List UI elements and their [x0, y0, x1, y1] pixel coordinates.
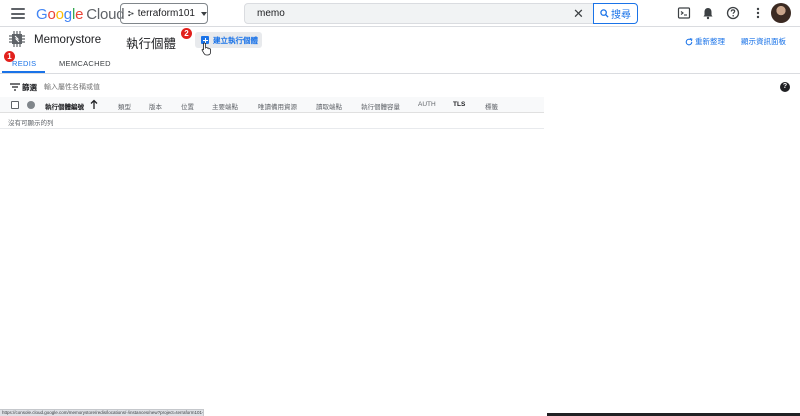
empty-table-row: 沒有可顯示的列: [0, 113, 544, 129]
search-box: ✕ 搜尋: [244, 3, 638, 24]
select-all-checkbox[interactable]: [11, 101, 19, 109]
column-help-icon[interactable]: ?: [780, 82, 790, 92]
column-header-location[interactable]: 位置: [181, 101, 194, 111]
filter-input[interactable]: [42, 80, 342, 94]
filter-label: 篩選: [22, 83, 37, 92]
instance-type-tabs: REDIS MEMCACHED: [0, 53, 800, 74]
active-tab-indicator: [2, 71, 45, 73]
column-header-auth[interactable]: AUTH: [418, 101, 436, 108]
page-title: 執行個體: [126, 37, 177, 51]
column-header-type[interactable]: 類型: [118, 101, 131, 111]
project-icon: [128, 10, 134, 17]
refresh-icon: [685, 37, 693, 45]
project-picker[interactable]: terraform101: [120, 3, 208, 24]
column-header-read-endpoint[interactable]: 讀取端點: [316, 101, 342, 111]
main-menu-icon[interactable]: [11, 8, 25, 19]
more-options-icon[interactable]: [751, 6, 765, 20]
project-name: terraform101: [137, 8, 195, 19]
cloud-shell-icon[interactable]: [677, 6, 691, 20]
show-info-panel-button[interactable]: 顯示資訊面板: [741, 36, 786, 47]
product-name: Memorystore: [34, 34, 102, 46]
column-header-labels[interactable]: 標籤: [485, 101, 498, 111]
notifications-icon[interactable]: [701, 6, 715, 20]
sort-ascending-icon[interactable]: [90, 99, 98, 110]
column-header-version[interactable]: 版本: [149, 101, 162, 111]
column-header-tls[interactable]: TLS: [453, 101, 465, 108]
column-header-primary-endpoint[interactable]: 主要端點: [212, 101, 238, 111]
link-status-bar: https://console.cloud.google.com/memorys…: [0, 409, 204, 416]
filter-icon[interactable]: [10, 83, 20, 91]
step-badge-1: 1: [4, 51, 15, 62]
column-header-capacity[interactable]: 執行個體容量: [361, 101, 400, 111]
search-icon: [600, 9, 609, 18]
column-header-read-replicas[interactable]: 唯讀備用資源: [258, 101, 297, 111]
status-column-icon: [27, 101, 35, 109]
clear-search-icon[interactable]: ✕: [572, 7, 585, 20]
search-button[interactable]: 搜尋: [593, 3, 638, 24]
refresh-button[interactable]: 重新整理: [685, 36, 725, 47]
column-header-instance-id[interactable]: 執行個體編號: [45, 101, 84, 111]
chevron-down-icon: [201, 11, 207, 16]
empty-message: 沒有可顯示的列: [8, 120, 54, 127]
tab-memcached[interactable]: MEMCACHED: [59, 59, 111, 68]
table-header: 執行個體編號 類型 版本 位置 主要端點 唯讀備用資源 讀取端點 執行個體容量 …: [0, 97, 544, 113]
search-input[interactable]: [245, 4, 565, 23]
account-avatar[interactable]: [771, 3, 791, 23]
memorystore-chip-icon: [9, 31, 25, 47]
product-header: Memorystore 執行個體 2 建立執行個體 重新整理 顯示資訊面板: [0, 27, 800, 56]
tab-redis[interactable]: REDIS: [12, 59, 36, 68]
filter-bar: 篩選 ?: [0, 77, 800, 97]
google-cloud-logo[interactable]: Google Cloud: [36, 6, 125, 23]
step-badge-2: 2: [181, 28, 192, 39]
help-icon[interactable]: [726, 6, 740, 20]
top-bar: GoogleCloud terraform101 ✕ 搜尋: [0, 0, 800, 27]
